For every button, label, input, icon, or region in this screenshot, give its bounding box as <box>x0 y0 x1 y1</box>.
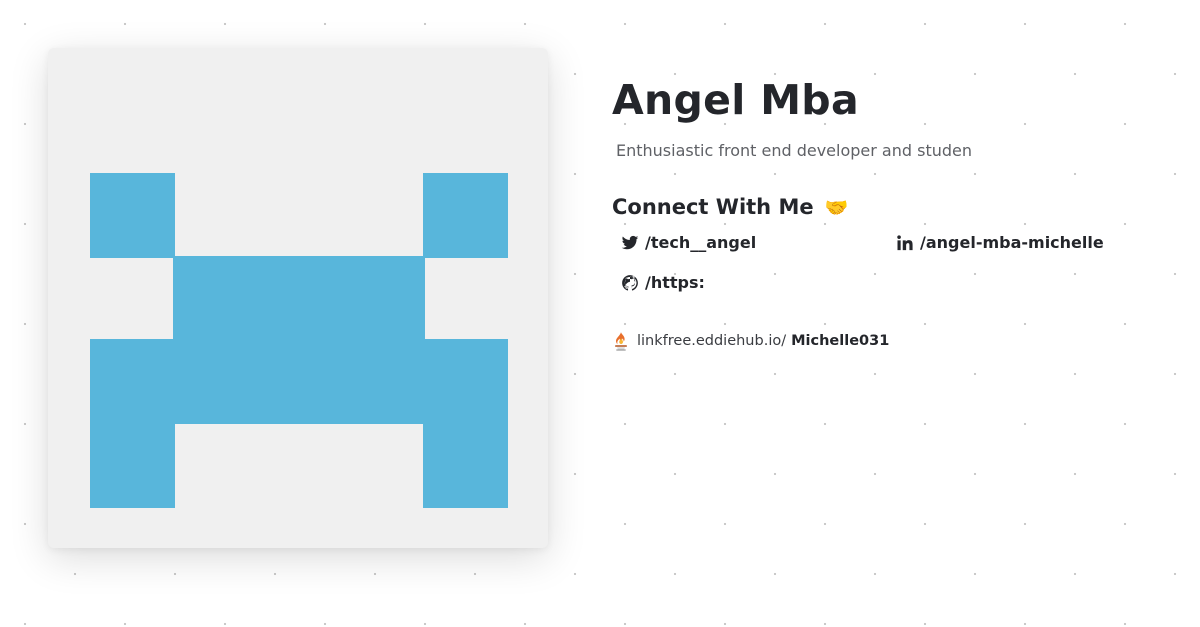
profile-panel: Angel Mba Enthusiastic front end develop… <box>612 72 1172 351</box>
linkedin-handle: /angel-mba-michelle <box>920 233 1104 252</box>
twitter-icon <box>621 235 639 249</box>
profile-name: Angel Mba <box>612 76 859 124</box>
connect-heading: Connect With Me 🤝 <box>612 192 1172 223</box>
linkfree-flame-icon <box>615 332 627 351</box>
linkedin-link[interactable]: /angel-mba-michelle <box>896 233 1104 252</box>
linkfree-username: Michelle031 <box>791 333 890 349</box>
github-handle: /https: <box>645 273 705 292</box>
twitter-handle: /tech__angel <box>645 233 757 252</box>
profile-bio: Enthusiastic front end developer and stu… <box>616 141 972 160</box>
github-link[interactable]: /https: <box>621 273 705 292</box>
twitter-link[interactable]: /tech__angel <box>621 233 756 252</box>
connect-heading-label: Connect With Me <box>612 195 814 219</box>
handshake-icon: 🤝 <box>824 197 849 219</box>
avatar <box>48 48 548 548</box>
identicon-image <box>90 173 508 508</box>
social-links: /tech__angel /angel-mba-michelle /https: <box>612 233 1172 325</box>
linkedin-icon <box>897 234 913 250</box>
linkfree-domain: linkfree.eddiehub.io/ <box>637 333 787 349</box>
linkfree-link[interactable]: linkfree.eddiehub.io/ Michelle031 <box>612 331 1172 351</box>
github-icon <box>622 274 638 291</box>
